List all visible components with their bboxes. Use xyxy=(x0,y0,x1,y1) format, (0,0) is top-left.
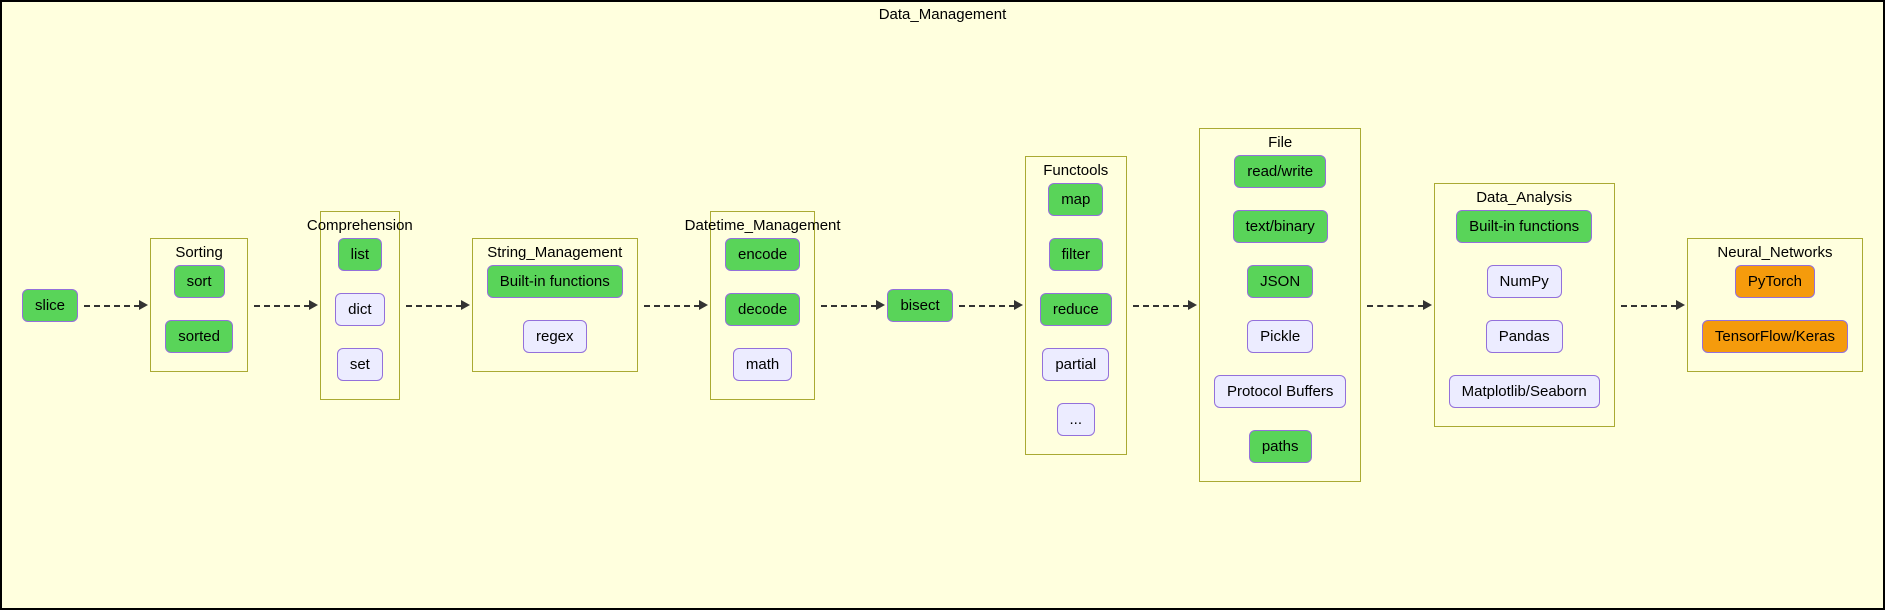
node-readwrite: read/write xyxy=(1234,155,1326,188)
group-label: Functools xyxy=(1043,162,1108,179)
group-string: String_Management Built-in functions reg… xyxy=(472,238,638,372)
node-numpy: NumPy xyxy=(1487,265,1562,298)
node-map: map xyxy=(1048,183,1103,216)
node-reduce: reduce xyxy=(1040,293,1112,326)
node-bisect: bisect xyxy=(887,289,952,322)
group-datetime: Datetime_Management encode decode math xyxy=(710,211,815,400)
node-builtin-string: Built-in functions xyxy=(487,265,623,298)
node-more: ... xyxy=(1057,403,1096,436)
node-pickle: Pickle xyxy=(1247,320,1313,353)
node-sorted: sorted xyxy=(165,320,233,353)
group-label: File xyxy=(1268,134,1292,151)
node-json: JSON xyxy=(1247,265,1313,298)
group-comprehension: Comprehension list dict set xyxy=(320,211,399,400)
group-nn: Neural_Networks PyTorch TensorFlow/Keras xyxy=(1687,238,1863,372)
node-protobuf: Protocol Buffers xyxy=(1214,375,1346,408)
node-set: set xyxy=(337,348,383,381)
arrow-icon xyxy=(638,305,710,306)
node-textbinary: text/binary xyxy=(1233,210,1328,243)
arrow-icon xyxy=(1615,305,1687,306)
arrow-icon xyxy=(815,305,887,306)
arrow-icon xyxy=(400,305,472,306)
node-dict: dict xyxy=(335,293,384,326)
node-pytorch: PyTorch xyxy=(1735,265,1815,298)
group-analysis: Data_Analysis Built-in functions NumPy P… xyxy=(1434,183,1615,427)
arrow-icon xyxy=(953,305,1025,306)
diagram-container: Data_Management slice Sorting sort sorte… xyxy=(0,0,1885,610)
arrow-icon xyxy=(78,305,150,306)
node-pandas: Pandas xyxy=(1486,320,1563,353)
node-builtin-analysis: Built-in functions xyxy=(1456,210,1592,243)
node-regex: regex xyxy=(523,320,587,353)
container-title: Data_Management xyxy=(879,6,1007,23)
group-file: File read/write text/binary JSON Pickle … xyxy=(1199,128,1361,482)
node-sort: sort xyxy=(174,265,225,298)
arrow-icon xyxy=(1127,305,1199,306)
node-matplotlib: Matplotlib/Seaborn xyxy=(1449,375,1600,408)
node-paths: paths xyxy=(1249,430,1312,463)
arrow-icon xyxy=(1361,305,1433,306)
group-label: String_Management xyxy=(487,244,622,261)
node-filter: filter xyxy=(1049,238,1103,271)
flow-row: slice Sorting sort sorted Comprehension … xyxy=(2,128,1883,482)
group-sorting: Sorting sort sorted xyxy=(150,238,248,372)
group-label: Datetime_Management xyxy=(685,217,841,234)
node-encode: encode xyxy=(725,238,800,271)
group-label: Comprehension xyxy=(307,217,413,234)
node-slice: slice xyxy=(22,289,78,322)
group-label: Neural_Networks xyxy=(1717,244,1832,261)
group-functools: Functools map filter reduce partial ... xyxy=(1025,156,1127,455)
arrow-icon xyxy=(248,305,320,306)
group-label: Data_Analysis xyxy=(1476,189,1572,206)
node-list: list xyxy=(338,238,382,271)
node-partial: partial xyxy=(1042,348,1109,381)
node-math: math xyxy=(733,348,792,381)
node-decode: decode xyxy=(725,293,800,326)
group-label: Sorting xyxy=(175,244,223,261)
node-tensorflow: TensorFlow/Keras xyxy=(1702,320,1848,353)
